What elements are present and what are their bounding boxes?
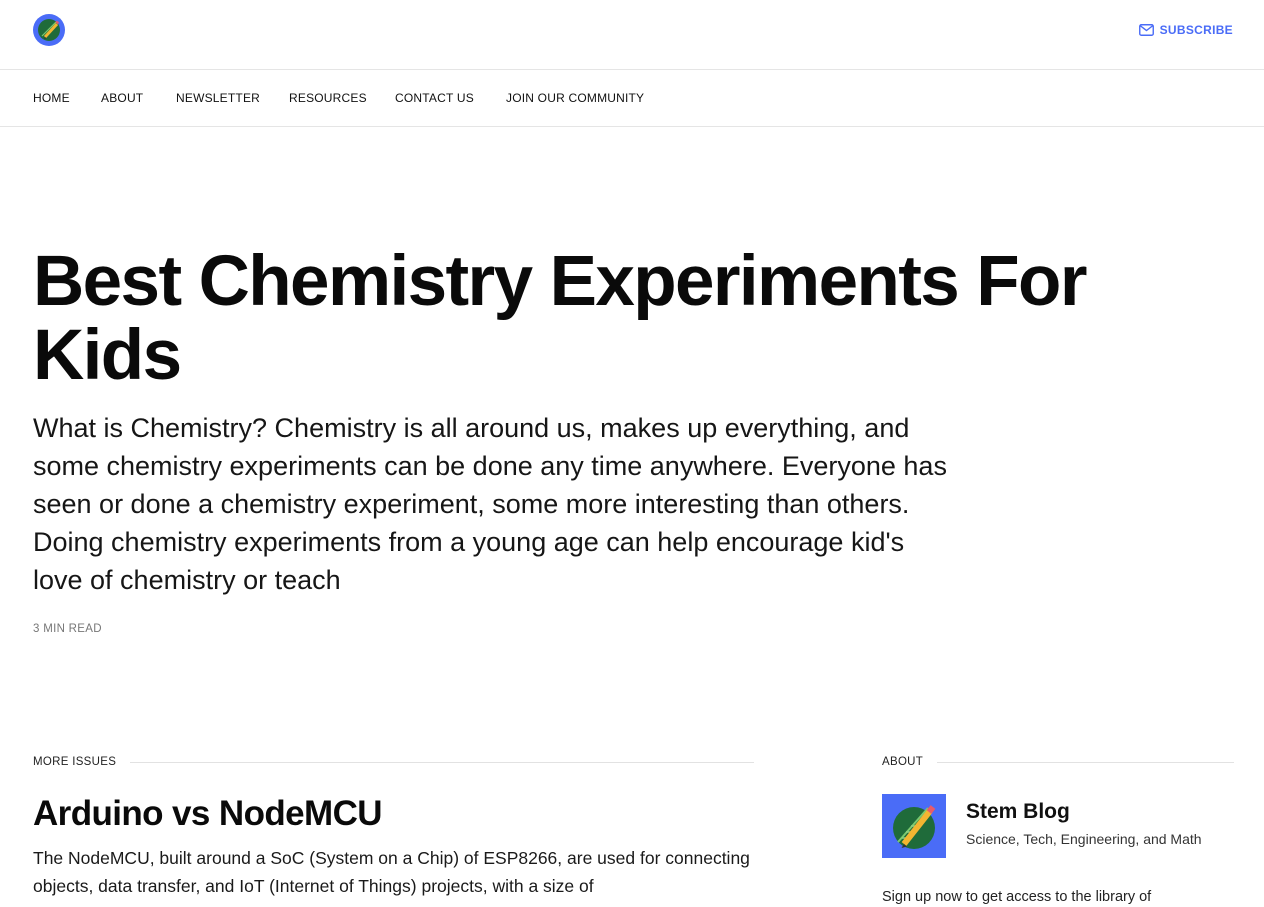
nav-item-about[interactable]: ABOUT	[101, 91, 143, 105]
subscribe-label: SUBSCRIBE	[1159, 23, 1233, 37]
blog-name[interactable]: Stem Blog	[966, 799, 1070, 825]
more-issues-label: MORE ISSUES	[33, 756, 117, 768]
subscribe-button[interactable]: SUBSCRIBE	[1138, 21, 1233, 39]
about-label: ABOUT	[882, 756, 924, 768]
mail-icon	[1138, 24, 1154, 36]
nav-item-contact-us[interactable]: CONTACT US	[395, 91, 474, 105]
nav-item-newsletter[interactable]: NEWSLETTER	[176, 91, 260, 105]
issue-excerpt[interactable]: The NodeMCU, built around a SoC (System …	[33, 845, 753, 900]
hero-article-excerpt[interactable]: What is Chemistry? Chemistry is all arou…	[33, 409, 953, 599]
main-nav: HOME ABOUT NEWSLETTER RESOURCES CONTACT …	[0, 71, 1264, 127]
blog-description: Science, Tech, Engineering, and Math	[966, 831, 1202, 847]
blog-logo-icon	[882, 794, 946, 858]
nav-item-home[interactable]: HOME	[33, 91, 70, 105]
nav-item-join-our-community[interactable]: JOIN OUR COMMUNITY	[506, 91, 644, 105]
site-logo-icon[interactable]	[33, 14, 65, 46]
issue-title[interactable]: Arduino vs NodeMCU	[33, 793, 383, 835]
read-time: 3 MIN READ	[33, 623, 102, 635]
hero-article-title[interactable]: Best Chemistry Experiments For Kids	[33, 245, 1213, 393]
site-header: SUBSCRIBE	[0, 0, 1264, 70]
about-heading: ABOUT	[882, 756, 1234, 768]
more-issues-heading: MORE ISSUES	[33, 756, 754, 768]
nav-item-resources[interactable]: RESOURCES	[289, 91, 367, 105]
divider	[130, 761, 754, 763]
signup-text: Sign up now to get access to the library…	[882, 889, 1152, 905]
divider	[937, 761, 1234, 763]
